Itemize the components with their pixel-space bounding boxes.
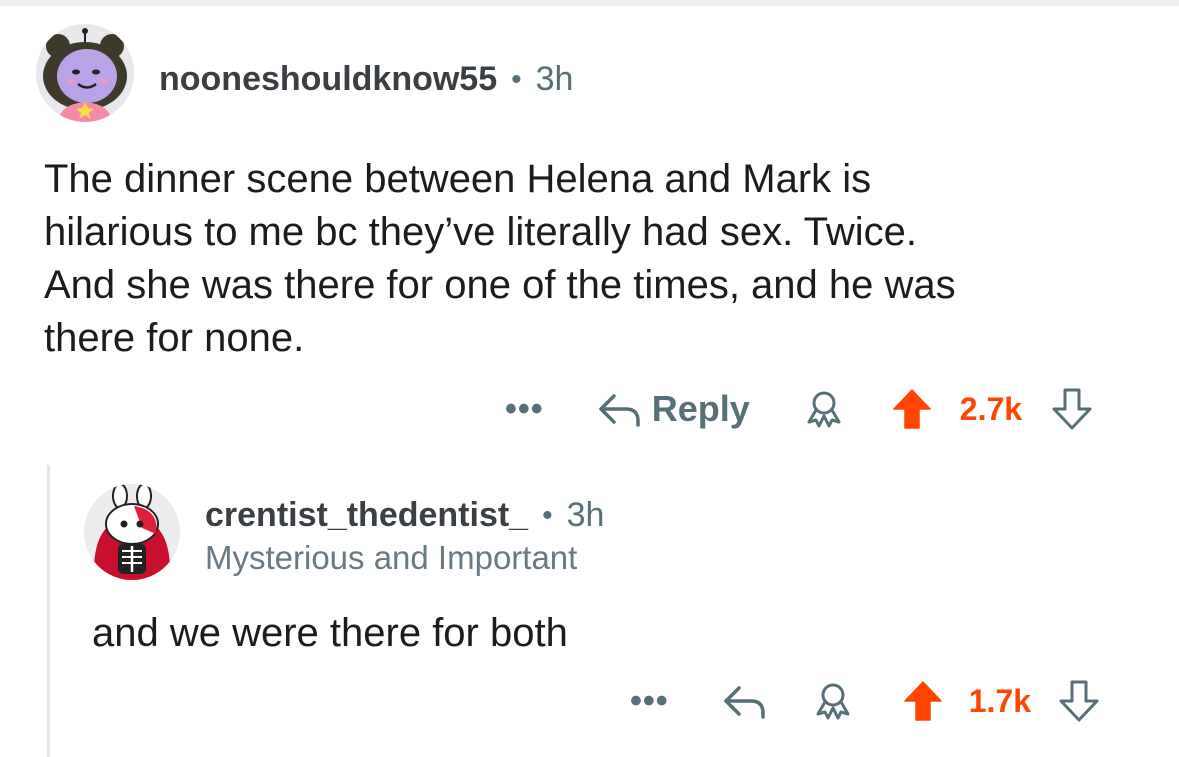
meta-separator: • [542, 498, 553, 532]
comment-meta: nooneshouldknow55 • 3h [159, 60, 573, 99]
more-options-button[interactable]: ••• [630, 682, 669, 721]
award-icon [807, 391, 841, 428]
user-avatar[interactable] [84, 484, 180, 580]
comment-actions: ••• Reply 2.7k [505, 381, 1092, 437]
username[interactable]: nooneshouldknow55 [159, 60, 497, 99]
comment-body-line: And she was there for one of the times, … [44, 263, 956, 307]
more-options-button[interactable]: ••• [505, 390, 544, 429]
avatar-purple-girl-icon [36, 24, 134, 122]
reply-label: Reply [651, 388, 750, 429]
reply-button[interactable] [721, 682, 767, 720]
reply-arrow-icon [598, 394, 640, 427]
award-button[interactable] [813, 681, 853, 721]
upvote-arrow-icon [893, 389, 931, 429]
downvote-button[interactable] [1059, 680, 1099, 722]
downvote-button[interactable] [1052, 388, 1092, 430]
avatar-skeleton-bunny-icon [84, 484, 180, 580]
comment-time: 3h [566, 496, 605, 534]
reply-button[interactable]: Reply [596, 388, 750, 430]
downvote-arrow-icon [1052, 388, 1092, 430]
comment-actions: ••• 1.7k [630, 673, 1099, 729]
comment-time: 3h [535, 60, 574, 98]
vote-score: 2.7k [959, 390, 1023, 427]
award-button[interactable] [804, 389, 844, 429]
top-divider [0, 0, 1179, 6]
award-icon [816, 683, 850, 720]
user-flair: Mysterious and Important [205, 539, 578, 576]
vote-score: 1.7k [968, 682, 1031, 719]
comment-body-line: hilarious to me bc they’ve literally had… [44, 210, 917, 254]
comment-meta: crentist_thedentist_ • 3h [205, 496, 604, 535]
upvote-arrow-icon [903, 681, 942, 721]
username[interactable]: crentist_thedentist_ [205, 496, 528, 535]
comment-body: The dinner scene between Helena and Mark… [44, 153, 956, 365]
downvote-arrow-icon [1059, 680, 1099, 722]
upvote-button[interactable] [903, 680, 943, 722]
reply-arrow-icon [723, 686, 765, 719]
user-avatar[interactable] [36, 24, 134, 122]
comment-body-line: The dinner scene between Helena and Mark… [44, 157, 872, 201]
upvote-button[interactable] [892, 388, 932, 430]
comment-body-line: there for none. [44, 316, 305, 360]
comment-body: and we were there for both [92, 611, 568, 655]
thread-line[interactable] [47, 465, 50, 757]
meta-separator: • [511, 62, 522, 96]
